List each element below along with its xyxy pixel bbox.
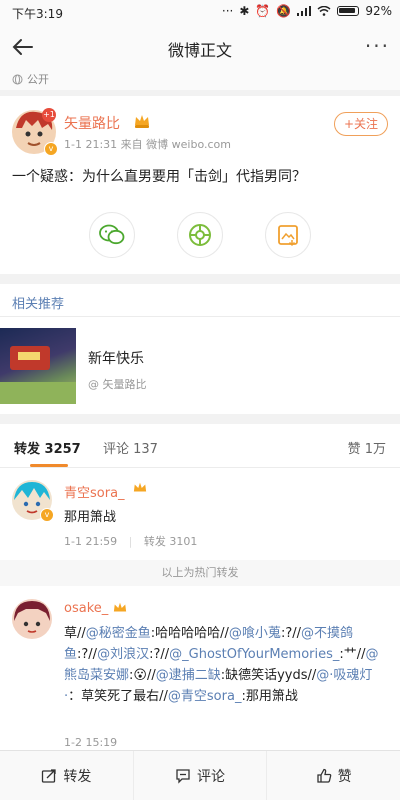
comment-button[interactable]: 评论: [134, 751, 268, 800]
comment-label: 评论: [197, 768, 225, 785]
status-time: 下午3:19: [12, 7, 63, 21]
chain-text: :😮//: [129, 668, 156, 683]
tab-reposts[interactable]: 转发 3257: [14, 438, 81, 457]
repost-time: 1-2 15:19: [64, 736, 118, 749]
chain-text: :那用箫战: [241, 689, 298, 704]
notification-badge: +1: [42, 108, 56, 122]
wechat-icon: [99, 224, 125, 245]
mention-link[interactable]: @逮捕二缺: [156, 668, 221, 683]
divider: [0, 316, 400, 317]
repost-meta: 1-1 21:59 | 转发 3101: [64, 535, 198, 548]
member-crown-icon: [133, 482, 147, 492]
post-meta: 1-1 21:31 来自 微博 weibo.com: [64, 138, 231, 151]
repost-count[interactable]: 转发 3101: [144, 535, 198, 548]
status-bar: 下午3:19 ··· ✱ ⏰ 🔕 92%: [0, 0, 400, 26]
repost-list: v 青空sora_ 那用箫战 1-1 21:59 | 转发 3101 以上为热门…: [0, 468, 400, 750]
interaction-tabs: 转发 3257 评论 137 赞 1万: [0, 424, 400, 468]
recommendations-heading: 相关推荐: [12, 297, 65, 312]
verified-badge-icon: v: [40, 508, 54, 522]
related-recommendations: 相关推荐 新年快乐 @ 矢量路比: [0, 284, 400, 414]
chain-text: :艹//: [339, 647, 366, 662]
bottom-action-bar: 转发 评论 赞: [0, 750, 400, 800]
mention-link[interactable]: @_GhostOfYourMemories_: [169, 647, 339, 662]
repost-label: 转发: [63, 768, 92, 785]
tab-likes[interactable]: 赞 1万: [348, 438, 386, 457]
post-content: 一个疑惑：为什么直男要用「击剑」代指男同？: [12, 169, 306, 185]
system-icons: ··· ✱ ⏰ 🔕 92%: [222, 4, 392, 18]
signal-icon: [297, 6, 312, 16]
share-wechat-button[interactable]: [89, 212, 135, 258]
wifi-icon: [317, 6, 331, 16]
commenter-name[interactable]: 青空sora_: [64, 482, 125, 501]
author-name[interactable]: 矢量路比: [64, 113, 120, 133]
chain-text: :?//: [149, 647, 170, 662]
hot-reposts-divider: 以上为热门转发: [0, 560, 400, 586]
recommendation-author: @ 矢量路比: [88, 378, 147, 391]
mention-link[interactable]: @刘浪汉: [97, 647, 149, 662]
member-crown-icon: [135, 115, 149, 128]
mention-link[interactable]: @喰小蒐: [229, 626, 281, 641]
follow-button[interactable]: +关注: [334, 112, 388, 136]
mention-link[interactable]: @青空sora_: [168, 689, 242, 704]
chain-text: 草//: [64, 626, 86, 641]
like-label: 赞: [337, 768, 352, 785]
chain-text: ：草笑死了最右//: [68, 689, 168, 704]
commenter-name[interactable]: osake_: [64, 601, 108, 616]
repost-chain-text: 草//@秘密金鱼:哈哈哈哈哈//@喰小蒐:?//@不摸鸽鱼:?//@刘浪汉:?/…: [64, 623, 384, 707]
more-dots-icon: ···: [221, 4, 234, 18]
commenter-avatar[interactable]: [12, 599, 52, 639]
page-title: 微博正文: [167, 41, 232, 60]
like-button[interactable]: 赞: [267, 751, 400, 800]
chain-text: :哈哈哈哈哈//: [150, 626, 229, 641]
battery-icon: [337, 6, 360, 16]
chain-text: :缺德笑话yyds//: [220, 668, 317, 683]
chain-text: :?//: [77, 647, 98, 662]
tab-comments[interactable]: 评论 137: [103, 438, 158, 457]
recommendation-title[interactable]: 新年快乐: [88, 348, 144, 368]
mute-icon: 🔕: [276, 4, 292, 18]
visibility-row: 公开: [0, 68, 400, 90]
share-moments-button[interactable]: [177, 212, 223, 258]
more-options-icon[interactable]: ···: [365, 34, 390, 58]
repost-text: 那用箫战: [64, 510, 117, 525]
save-image-button[interactable]: [265, 212, 311, 258]
battery-level: 92%: [365, 4, 392, 18]
repost-time: 1-1 21:59: [64, 535, 118, 548]
post-card: v +1 矢量路比 1-1 21:31 来自 微博 weibo.com +关注 …: [0, 96, 400, 274]
visibility-label: 公开: [27, 73, 49, 86]
save-image-icon: [278, 225, 298, 247]
chain-text: :?//: [280, 626, 301, 641]
navbar: 微博正文 ···: [0, 26, 400, 68]
member-crown-icon: [113, 602, 127, 612]
comment-icon: [176, 768, 190, 784]
mention-link[interactable]: @秘密金鱼: [86, 626, 151, 641]
bluetooth-icon: ✱: [239, 4, 250, 18]
moments-icon: [189, 224, 211, 246]
verified-badge-icon: v: [44, 142, 58, 156]
thumbs-up-icon: [317, 768, 332, 783]
globe-icon: [12, 74, 23, 84]
active-tab-indicator: [30, 464, 68, 467]
repost-icon: [42, 768, 56, 783]
alarm-icon: ⏰: [255, 4, 271, 18]
repost-button[interactable]: 转发: [0, 751, 134, 800]
recommendation-thumbnail[interactable]: [0, 328, 76, 404]
